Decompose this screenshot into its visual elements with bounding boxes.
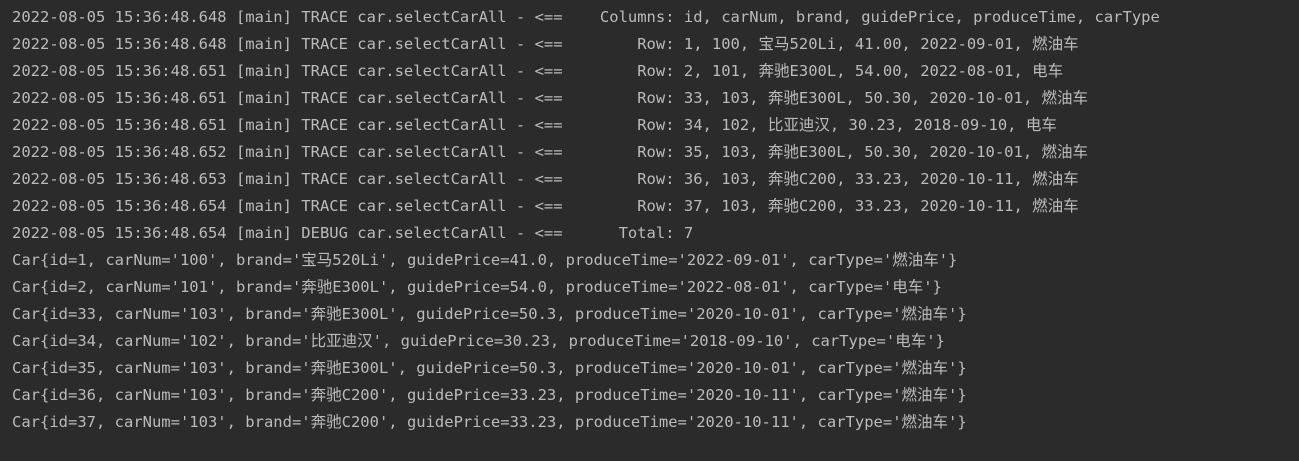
log-line-row: 2022-08-05 15:36:48.648 [main] TRACE car…: [12, 35, 1079, 53]
output-line-car: Car{id=33, carNum='103', brand='奔驰E300L'…: [12, 305, 967, 323]
output-line-car: Car{id=37, carNum='103', brand='奔驰C200',…: [12, 413, 967, 431]
log-line-row: 2022-08-05 15:36:48.653 [main] TRACE car…: [12, 170, 1079, 188]
output-line-car: Car{id=35, carNum='103', brand='奔驰E300L'…: [12, 359, 967, 377]
log-line-row: 2022-08-05 15:36:48.651 [main] TRACE car…: [12, 89, 1089, 107]
log-line-row: 2022-08-05 15:36:48.651 [main] TRACE car…: [12, 116, 1057, 134]
log-line-columns: 2022-08-05 15:36:48.648 [main] TRACE car…: [12, 8, 1160, 26]
output-line-car: Car{id=2, carNum='101', brand='奔驰E300L',…: [12, 278, 942, 296]
log-line-row: 2022-08-05 15:36:48.651 [main] TRACE car…: [12, 62, 1064, 80]
output-line-car: Car{id=34, carNum='102', brand='比亚迪汉', g…: [12, 332, 945, 350]
output-line-car: Car{id=36, carNum='103', brand='奔驰C200',…: [12, 386, 967, 404]
log-line-row: 2022-08-05 15:36:48.654 [main] TRACE car…: [12, 197, 1079, 215]
output-line-car: Car{id=1, carNum='100', brand='宝马520Li',…: [12, 251, 958, 269]
log-line-row: 2022-08-05 15:36:48.652 [main] TRACE car…: [12, 143, 1089, 161]
log-line-total: 2022-08-05 15:36:48.654 [main] DEBUG car…: [12, 224, 694, 242]
console-output-panel[interactable]: 2022-08-05 15:36:48.648 [main] TRACE car…: [0, 0, 1299, 461]
